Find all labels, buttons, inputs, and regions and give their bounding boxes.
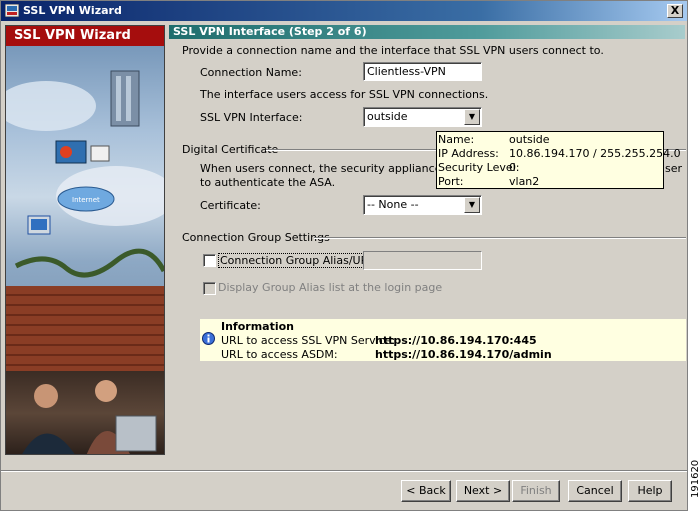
finish-button[interactable]: Finish	[512, 480, 560, 502]
step-title: SSL VPN Interface (Step 2 of 6)	[169, 25, 685, 39]
connection-group-alias-input[interactable]	[363, 251, 482, 270]
interface-tooltip: Name: outside IP Address: 10.86.194.170 …	[436, 131, 681, 189]
tooltip-name-value: outside	[509, 133, 550, 146]
help-button[interactable]: Help	[628, 480, 672, 502]
interface-note: The interface users access for SSL VPN c…	[200, 88, 489, 101]
close-button[interactable]: X	[667, 4, 683, 18]
tooltip-ip-label: IP Address:	[438, 147, 499, 160]
information-panel: Information URL to access SSL VPN Servic…	[200, 319, 686, 361]
wizard-side-image: SSL VPN Wizard Internet	[5, 25, 165, 455]
next-button[interactable]: Next >	[456, 480, 510, 502]
asdm-url-label: URL to access ASDM:	[221, 348, 338, 361]
certificate-label: Certificate:	[200, 199, 261, 212]
sidebar-header: SSL VPN Wizard	[6, 26, 164, 46]
internet-cloud-label: Internet	[72, 196, 100, 204]
ssl-url-value: https://10.86.194.170:445	[375, 334, 537, 347]
certificate-select[interactable]: -- None -- ▼	[363, 195, 482, 215]
tooltip-ip-value: 10.86.194.170 / 255.255.254.0	[509, 147, 681, 160]
tooltip-port-value: vlan2	[509, 175, 540, 188]
tooltip-security-value: 0	[509, 161, 516, 174]
chevron-down-icon[interactable]: ▼	[464, 109, 480, 125]
tooltip-name-label: Name:	[438, 133, 475, 146]
info-icon	[202, 332, 215, 345]
window-title: SSL VPN Wizard	[23, 4, 122, 17]
certificate-description-line2: to authenticate the ASA.	[200, 176, 336, 189]
figure-id: 191620	[690, 459, 699, 498]
intro-text: Provide a connection name and the interf…	[182, 44, 604, 57]
certificate-value: -- None --	[367, 198, 419, 211]
certificate-description-line1: When users connect, the security applian…	[200, 162, 472, 175]
cancel-button[interactable]: Cancel	[568, 480, 622, 502]
connection-group-settings-label: Connection Group Settings	[182, 231, 330, 244]
display-group-alias-label: Display Group Alias list at the login pa…	[218, 281, 443, 294]
asdm-url-value: https://10.86.194.170/admin	[375, 348, 552, 361]
ssl-vpn-interface-label: SSL VPN Interface:	[200, 111, 303, 124]
back-button[interactable]: < Back	[401, 480, 451, 502]
network-illustration: Internet	[6, 70, 164, 278]
certificate-description-line1-end: ser	[665, 162, 683, 175]
people-photo	[6, 371, 164, 454]
ssl-vpn-interface-value: outside	[367, 110, 408, 123]
tooltip-port-label: Port:	[438, 175, 464, 188]
connection-name-input[interactable]: Clientless-VPN	[363, 62, 482, 81]
connection-group-alias-label[interactable]: Connection Group Alias/URL	[218, 253, 377, 268]
tooltip-security-label: Security Level:	[438, 161, 520, 174]
chevron-down-icon[interactable]: ▼	[464, 197, 480, 213]
app-icon	[5, 4, 19, 17]
title-bar: SSL VPN Wizard X	[1, 1, 687, 21]
information-title: Information	[221, 320, 294, 333]
display-group-alias-checkbox[interactable]	[203, 282, 216, 295]
connection-group-divider	[314, 237, 686, 239]
ssl-url-label: URL to access SSL VPN Service:	[221, 334, 396, 347]
ssl-vpn-interface-select[interactable]: outside ▼	[363, 107, 482, 127]
wizard-window: SSL VPN Wizard X SSL VPN Wizard Internet	[0, 0, 688, 511]
connection-name-label: Connection Name:	[200, 66, 302, 79]
digital-certificate-group-label: Digital Certificate	[182, 143, 279, 156]
button-bar-divider	[1, 470, 687, 472]
connection-group-alias-checkbox[interactable]	[203, 254, 216, 267]
